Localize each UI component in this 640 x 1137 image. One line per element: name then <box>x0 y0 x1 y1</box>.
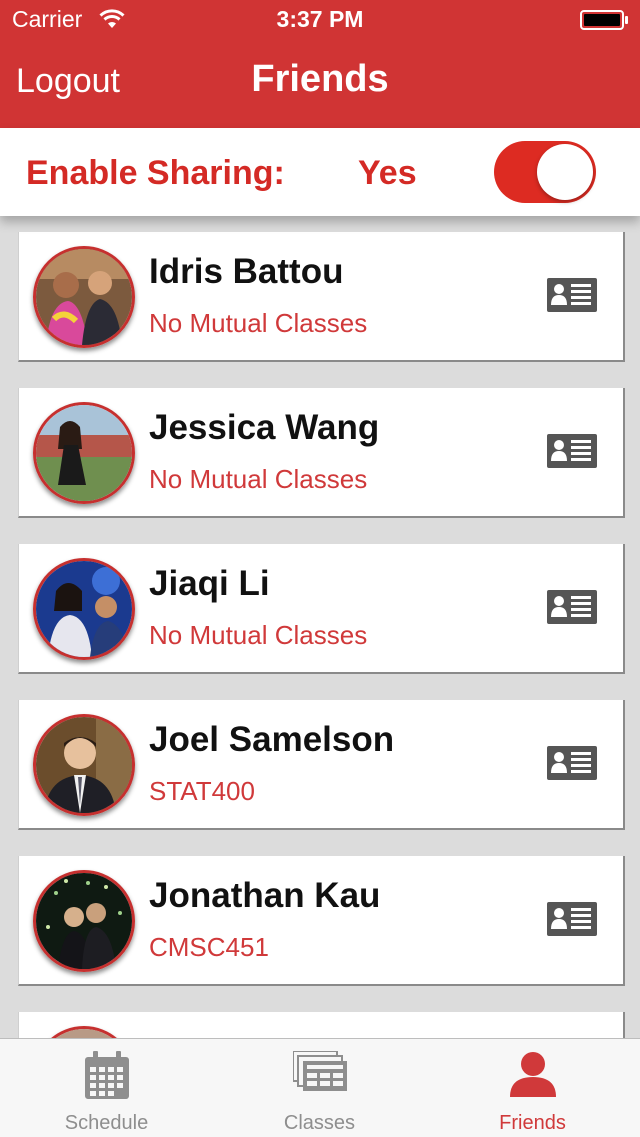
toggle-knob <box>537 144 593 200</box>
sharing-row: Enable Sharing: Yes <box>0 128 640 216</box>
sharing-label: Enable Sharing: <box>26 154 285 192</box>
friend-mutual-classes: STAT400 <box>149 776 255 806</box>
sharing-toggle[interactable] <box>494 141 596 203</box>
friend-name: Joel Samelson <box>149 720 395 759</box>
tab-schedule[interactable]: Schedule <box>0 1039 213 1137</box>
friend-mutual-classes: No Mutual Classes <box>149 308 368 338</box>
friend-avatar <box>33 870 135 972</box>
contact-card-icon[interactable] <box>547 278 597 312</box>
tab-classes-label: Classes <box>283 1112 356 1134</box>
person-icon <box>508 1051 558 1102</box>
friend-name: Idris Battou <box>149 252 344 291</box>
friend-name: Jiaqi Li <box>149 564 270 603</box>
sharing-value: Yes <box>358 154 417 192</box>
contact-card-icon[interactable] <box>547 902 597 936</box>
battery-icon <box>580 10 628 30</box>
friend-card[interactable]: Jonathan Kau CMSC451 <box>18 856 625 986</box>
logout-button[interactable]: Logout <box>16 62 120 101</box>
friends-list[interactable]: Idris Battou No Mutual Classes Jessica W… <box>0 216 640 1038</box>
friend-mutual-classes: No Mutual Classes <box>149 620 368 650</box>
nav-header: Carrier 3:37 PM Logout Friends <box>0 0 640 128</box>
tab-bar: Schedule Classes Friends <box>0 1038 640 1137</box>
friend-mutual-classes: No Mutual Classes <box>149 464 368 494</box>
friend-card[interactable]: Jiaqi Li No Mutual Classes <box>18 544 625 674</box>
friend-card[interactable]: Idris Battou No Mutual Classes <box>18 232 625 362</box>
status-bar: Carrier 3:37 PM <box>0 0 640 40</box>
friend-avatar <box>33 402 135 504</box>
friend-card[interactable]: Jessica Wang No Mutual Classes <box>18 388 625 518</box>
classes-icon <box>291 1050 347 1096</box>
friend-avatar <box>33 1026 135 1038</box>
tab-friends-label: Friends <box>499 1112 566 1134</box>
friend-name: Jessica Wang <box>149 408 380 447</box>
tab-classes[interactable]: Classes <box>213 1039 426 1137</box>
friend-avatar <box>33 246 135 348</box>
contact-card-icon[interactable] <box>547 590 597 624</box>
status-time: 3:37 PM <box>276 6 364 32</box>
tab-schedule-label: Schedule <box>64 1112 149 1134</box>
friend-card[interactable]: Joel Samelson STAT400 <box>18 700 625 830</box>
calendar-icon <box>83 1051 131 1106</box>
friend-avatar <box>33 714 135 816</box>
contact-card-icon[interactable] <box>547 434 597 468</box>
friend-name: Jonathan Kau <box>149 876 381 915</box>
friend-avatar <box>33 558 135 660</box>
friend-card-partial[interactable] <box>18 1012 625 1038</box>
contact-card-icon[interactable] <box>547 746 597 780</box>
tab-friends[interactable]: Friends <box>426 1039 639 1137</box>
friend-mutual-classes: CMSC451 <box>149 932 269 962</box>
